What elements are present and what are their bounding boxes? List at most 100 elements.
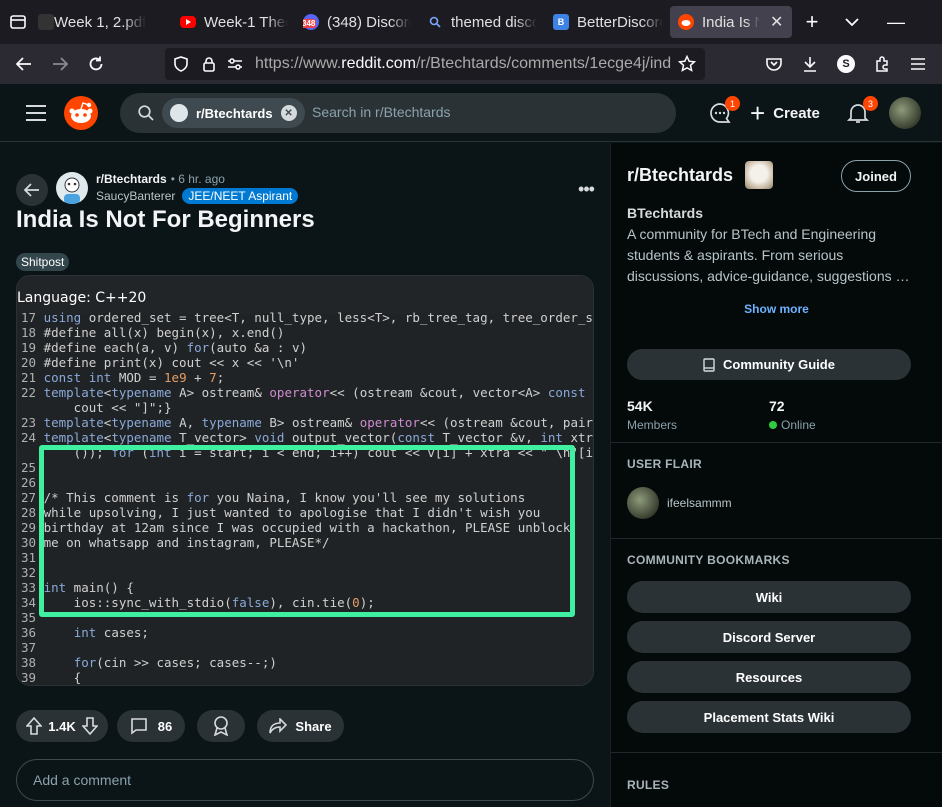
bookmark-resources[interactable]: Resources [627, 661, 911, 693]
browser-tab-2[interactable]: Week-1 Theory [180, 6, 288, 38]
reddit-logo[interactable] [64, 96, 98, 130]
back-icon[interactable] [12, 52, 36, 76]
extensions-icon[interactable] [870, 52, 894, 76]
tab-title: India Is Not [702, 13, 760, 31]
url-path: /r/Btechtards/comments/1ecge4j/ind [415, 55, 672, 72]
online-label: Online [781, 418, 816, 432]
url-text: https://www.reddit.com/r/Btechtards/comm… [255, 55, 675, 73]
bookmark-placement-stats-wiki[interactable]: Placement Stats Wiki [627, 701, 911, 733]
new-tab-icon[interactable]: + [800, 9, 824, 34]
search-subreddit-chip[interactable]: r/Btechtards ✕ [162, 98, 305, 128]
comment-placeholder: Add a comment [33, 772, 132, 788]
menu-icon[interactable] [906, 52, 930, 76]
post-main: r/Btechtards • 6 hr. ago SaucyBanterer J… [0, 143, 610, 807]
post-author-link[interactable]: SaucyBanterer [96, 189, 175, 203]
award-icon [213, 716, 229, 736]
downvote-icon[interactable] [82, 717, 98, 735]
show-more-link[interactable]: Show more [611, 302, 942, 316]
line-number: 37 [21, 640, 44, 655]
search-bar[interactable]: r/Btechtards ✕ Search in r/Btechtards [120, 93, 676, 133]
post-title: India Is Not For Beginners [16, 206, 315, 233]
browser-tab-1[interactable]: Week 1, 2.pdf [38, 6, 168, 38]
line-number: 22 [21, 385, 44, 400]
url-bar[interactable]: https://www.reddit.com/r/Btechtards/comm… [165, 48, 705, 80]
award-button[interactable] [197, 710, 245, 742]
download-icon[interactable] [798, 52, 822, 76]
line-number: 39 [21, 670, 44, 685]
upvote-icon[interactable] [26, 717, 42, 735]
back-button[interactable] [16, 174, 48, 206]
reload-icon[interactable] [84, 52, 108, 76]
clear-chip-icon[interactable]: ✕ [280, 105, 297, 121]
line-number: 21 [21, 370, 44, 385]
code-line: 39 { [21, 670, 593, 685]
line-number [21, 400, 44, 415]
lock-icon[interactable] [197, 52, 221, 76]
bookmark-wiki[interactable]: Wiki [627, 581, 911, 613]
share-button[interactable]: Share [257, 710, 344, 742]
vote-bar: 1.4K [16, 710, 108, 742]
pdf-icon [38, 14, 54, 30]
permissions-icon[interactable] [223, 52, 247, 76]
flair-user-avatar [627, 487, 659, 519]
line-number: 17 [21, 310, 44, 325]
community-description: A community for BTech and Engineering st… [627, 226, 910, 284]
subreddit-avatar[interactable] [56, 172, 88, 204]
pocket-icon[interactable] [762, 52, 786, 76]
bookmark-discord-server[interactable]: Discord Server [627, 621, 911, 653]
minimize-icon[interactable]: — [884, 10, 908, 34]
chat-button[interactable]: 1 [708, 96, 740, 125]
post-meta: r/Btechtards • 6 hr. ago [96, 172, 225, 186]
arrow-left-icon [24, 183, 39, 197]
search-input[interactable]: Search in r/Btechtards [312, 104, 451, 120]
browser-tab-5[interactable]: B BetterDiscord [553, 6, 663, 38]
more-options-icon[interactable]: ••• [576, 179, 596, 199]
shield-icon[interactable] [169, 52, 193, 76]
tab-title: Week 1, 2.pdf [54, 13, 147, 31]
flair-username[interactable]: ifeelsammm [667, 496, 732, 510]
comment-input[interactable]: Add a comment [16, 759, 594, 801]
search-icon [427, 14, 443, 30]
code-line: 20 #define print(x) cout << x << '\n' [21, 355, 593, 370]
divider [611, 538, 942, 539]
discord-icon: 348 [303, 14, 319, 30]
browser-tab-4[interactable]: themed discord [427, 6, 537, 38]
bookmarks-heading: COMMUNITY BOOKMARKS [627, 553, 790, 567]
create-button[interactable]: + Create [750, 99, 820, 127]
sidebar-subreddit-name[interactable]: r/Btechtards [627, 165, 733, 186]
tab-list-icon[interactable] [6, 10, 30, 34]
user-flair-heading: USER FLAIR [627, 457, 702, 471]
forward-icon[interactable] [48, 52, 72, 76]
post-subreddit-link[interactable]: r/Btechtards [96, 172, 167, 186]
line-number: 19 [21, 340, 44, 355]
browser-nav-bar: https://www.reddit.com/r/Btechtards/comm… [0, 44, 942, 84]
close-tab-icon[interactable]: ✕ [770, 12, 783, 32]
comments-button[interactable]: 86 [117, 710, 185, 742]
discord-badge: 348 [303, 19, 317, 28]
bookmark-star-icon[interactable] [675, 52, 699, 76]
user-avatar[interactable] [889, 97, 921, 129]
code-text: template<typename A, typename B> ostream… [43, 415, 594, 430]
chevron-down-icon[interactable] [840, 10, 864, 34]
code-line: 37 [21, 640, 593, 655]
members-count: 54K [627, 398, 653, 414]
joined-button[interactable]: Joined [841, 160, 911, 192]
code-text: cout << "]";} [43, 400, 172, 415]
browser-tab-active[interactable]: India Is Not ✕ [670, 6, 792, 38]
comment-count: 86 [157, 718, 173, 734]
book-icon [703, 357, 715, 372]
browser-tab-3[interactable]: 348 (348) Discord [303, 6, 411, 38]
post-image[interactable]: Language: C++20 17 using ordered_set = t… [16, 275, 594, 686]
online-dot-icon [769, 421, 777, 429]
line-number: 23 [21, 415, 44, 430]
community-guide-button[interactable]: Community Guide [627, 349, 911, 380]
notifications-button[interactable]: 3 [846, 96, 878, 125]
youtube-icon [180, 16, 196, 28]
line-number: 38 [21, 655, 44, 670]
account-icon[interactable]: S [834, 52, 858, 76]
members-label: Members [627, 418, 678, 432]
hamburger-menu-icon[interactable] [24, 101, 48, 125]
code-text: int cases; [73, 625, 149, 640]
post-flair-tag[interactable]: Shitpost [16, 253, 70, 271]
code-text: { [43, 670, 82, 685]
